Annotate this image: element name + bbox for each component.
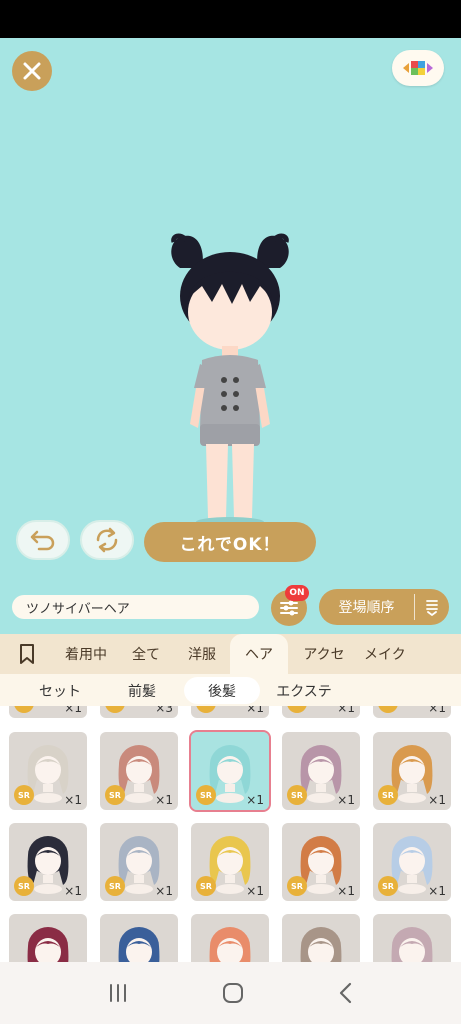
rarity-badge: SR bbox=[14, 785, 34, 805]
hair-item[interactable]: SR ×1 bbox=[373, 732, 451, 810]
filter-on-badge: ON bbox=[285, 585, 309, 601]
sort-order-button[interactable]: 登場順序 bbox=[319, 589, 449, 625]
rotate-button[interactable] bbox=[80, 520, 134, 560]
item-count: ×1 bbox=[155, 793, 173, 807]
hair-item[interactable]: SR ×1 bbox=[100, 732, 178, 810]
hair-item[interactable] bbox=[100, 914, 178, 962]
rarity-badge: SR bbox=[287, 785, 307, 805]
tab-makeup[interactable]: メイク bbox=[360, 634, 420, 674]
hair-item[interactable]: SR ×3 bbox=[100, 706, 178, 718]
avatar-figure bbox=[171, 233, 289, 527]
rarity-badge: SR bbox=[287, 706, 307, 713]
item-count: ×3 bbox=[155, 706, 173, 715]
recents-icon[interactable] bbox=[106, 982, 130, 1004]
subtab-back-hair[interactable]: 後髪 bbox=[184, 677, 260, 704]
rarity-badge: SR bbox=[378, 785, 398, 805]
tab-bookmark[interactable] bbox=[0, 634, 54, 674]
hair-preview bbox=[27, 927, 69, 962]
undo-icon bbox=[30, 530, 55, 551]
undo-button[interactable] bbox=[16, 520, 70, 560]
tab-clothes[interactable]: 洋服 bbox=[174, 634, 230, 674]
hair-item[interactable]: SR ×1 bbox=[191, 823, 269, 901]
item-grid: SR ×1 SR ×3 SR ×1 SR ×1 SR ×1 SR ×1 SR ×1 SR ×1 SR ×1 SR ×1… bbox=[0, 706, 461, 962]
rarity-badge: SR bbox=[378, 706, 398, 713]
item-count: ×1 bbox=[246, 884, 264, 898]
home-icon[interactable] bbox=[221, 981, 245, 1005]
item-count: ×1 bbox=[246, 793, 264, 807]
hair-item[interactable]: SR ×1 bbox=[9, 823, 87, 901]
system-nav-bar bbox=[0, 962, 461, 1024]
item-count: ×1 bbox=[428, 793, 446, 807]
hair-item-selected[interactable]: SR ×1 bbox=[189, 730, 271, 812]
hair-item[interactable] bbox=[191, 914, 269, 962]
tab-all[interactable]: 全て bbox=[118, 634, 174, 674]
subtab-set[interactable]: セット bbox=[22, 677, 98, 704]
close-icon bbox=[23, 62, 41, 80]
tab-hair[interactable]: ヘア bbox=[230, 634, 288, 674]
hair-item[interactable]: SR ×1 bbox=[282, 732, 360, 810]
hair-item[interactable]: SR ×1 bbox=[282, 823, 360, 901]
hair-subtabs: セット 前髪 後髪 エクステ bbox=[0, 674, 461, 706]
tab-wearing[interactable]: 着用中 bbox=[54, 634, 118, 674]
hair-item[interactable]: SR ×1 bbox=[9, 732, 87, 810]
rarity-badge: SR bbox=[105, 785, 125, 805]
rarity-badge: SR bbox=[287, 876, 307, 896]
rarity-badge: SR bbox=[378, 876, 398, 896]
subtab-front-hair[interactable]: 前髪 bbox=[104, 677, 180, 704]
palette-button[interactable] bbox=[392, 50, 444, 86]
rarity-badge: SR bbox=[196, 706, 216, 713]
rarity-badge: SR bbox=[14, 706, 34, 713]
hair-item[interactable] bbox=[282, 914, 360, 962]
rarity-badge: SR bbox=[105, 876, 125, 896]
hair-preview bbox=[391, 927, 433, 962]
item-count: ×1 bbox=[428, 706, 446, 715]
bookmark-icon bbox=[20, 644, 34, 664]
status-bar bbox=[0, 0, 461, 38]
hair-item[interactable] bbox=[9, 914, 87, 962]
item-count: ×1 bbox=[337, 793, 355, 807]
hair-item[interactable]: SR ×1 bbox=[373, 706, 451, 718]
item-count: ×1 bbox=[428, 884, 446, 898]
rarity-badge: SR bbox=[105, 706, 125, 713]
rarity-badge: SR bbox=[14, 876, 34, 896]
filter-icon bbox=[280, 600, 298, 616]
sort-toggle[interactable] bbox=[415, 598, 449, 616]
sort-icon bbox=[426, 600, 438, 616]
hair-preview bbox=[300, 927, 342, 962]
item-toolbar: ツノサイバーヘア ON 登場順序 bbox=[0, 580, 461, 634]
rarity-badge: SR bbox=[196, 785, 216, 805]
item-name-field: ツノサイバーヘア bbox=[12, 595, 259, 619]
back-icon[interactable] bbox=[336, 981, 356, 1005]
confirm-ok-button[interactable]: これでOK！ bbox=[144, 522, 316, 562]
item-count: ×1 bbox=[155, 884, 173, 898]
hair-item[interactable]: SR ×1 bbox=[373, 823, 451, 901]
item-count: ×1 bbox=[246, 706, 264, 715]
hair-item[interactable]: SR ×1 bbox=[9, 706, 87, 718]
item-count: ×1 bbox=[64, 706, 82, 715]
close-button[interactable] bbox=[12, 51, 52, 91]
hair-item[interactable]: SR ×1 bbox=[282, 706, 360, 718]
item-count: ×1 bbox=[64, 884, 82, 898]
hair-item[interactable]: SR ×1 bbox=[100, 823, 178, 901]
hair-preview bbox=[118, 927, 160, 962]
hair-item[interactable] bbox=[373, 914, 451, 962]
subtab-extensions[interactable]: エクステ bbox=[264, 677, 344, 704]
sort-label: 登場順序 bbox=[338, 600, 395, 616]
hair-preview bbox=[209, 927, 251, 962]
tab-accessories[interactable]: アクセ bbox=[288, 634, 360, 674]
rotate-icon bbox=[96, 527, 118, 553]
avatar-stage: これでOK！ bbox=[0, 38, 461, 580]
rarity-badge: SR bbox=[196, 876, 216, 896]
palette-icon bbox=[403, 61, 433, 75]
hair-item[interactable]: SR ×1 bbox=[191, 706, 269, 718]
item-count: ×1 bbox=[64, 793, 82, 807]
category-tabs: 着用中 全て 洋服 ヘア アクセ メイク bbox=[0, 634, 461, 674]
item-count: ×1 bbox=[337, 706, 355, 715]
item-count: ×1 bbox=[337, 884, 355, 898]
